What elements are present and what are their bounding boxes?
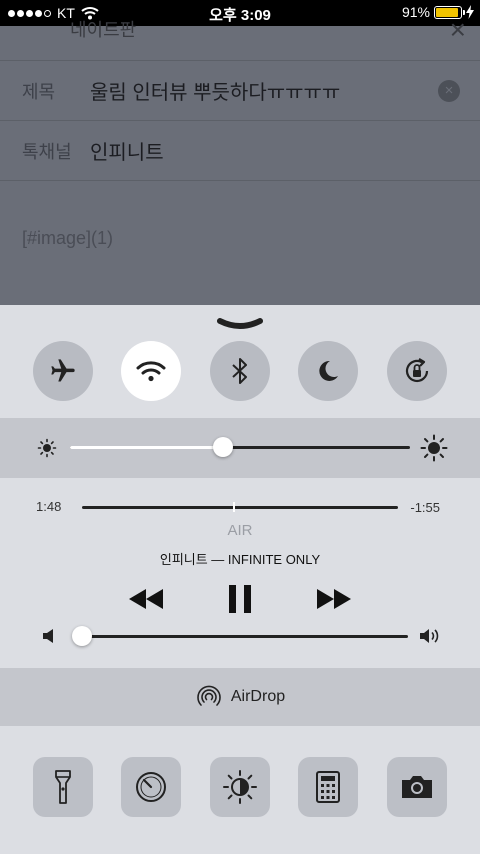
camera-button[interactable] <box>387 757 447 817</box>
volume-low-icon <box>43 629 53 643</box>
partial-header-text: 네이트판 <box>70 20 137 40</box>
subject-field: 울림 인터뷰 뿌듯하다ㅠㅠㅠㅠ <box>90 82 341 104</box>
calculator-icon <box>316 771 340 803</box>
toggle-row <box>0 341 480 413</box>
channel-row: 톡채널 인피니트 <box>0 120 480 180</box>
pause-icon <box>229 585 251 613</box>
elapsed-time: 1:48 <box>36 499 62 514</box>
pause-button[interactable] <box>222 582 258 616</box>
divider <box>0 180 480 181</box>
volume-high-icon <box>420 629 439 643</box>
camera-icon <box>402 776 432 798</box>
wifi-toggle[interactable] <box>121 341 181 401</box>
charging-bolt-icon <box>466 5 474 19</box>
night-shift-icon <box>223 770 257 804</box>
post-body-text: [#image](1) <box>22 228 114 248</box>
bluetooth-toggle[interactable] <box>210 341 270 401</box>
volume-track[interactable] <box>82 635 408 638</box>
subject-row: 제목 울림 인터뷰 뿌듯하다ㅠㅠㅠㅠ × <box>0 60 480 120</box>
wifi-icon <box>136 361 166 382</box>
timer-icon <box>136 772 166 802</box>
battery-percent: 91% <box>401 4 430 20</box>
airdrop-label: AirDrop <box>230 688 286 705</box>
do-not-disturb-toggle[interactable] <box>298 341 358 401</box>
rotation-lock-toggle[interactable] <box>387 341 447 401</box>
now-playing-panel: 1:48 -1:55 AIR 인피니트 — INFINITE ONLY <box>0 478 480 668</box>
fast-forward-button[interactable] <box>314 584 354 614</box>
brightness-control <box>0 418 480 478</box>
track-title: AIR <box>227 522 253 539</box>
airplane-icon <box>51 359 75 382</box>
rewind-button[interactable] <box>126 584 166 614</box>
rewind-icon <box>129 589 163 609</box>
control-center: 1:48 -1:55 AIR 인피니트 — INFINITE ONLY AirD… <box>0 305 480 854</box>
scrubber-track[interactable] <box>82 506 398 509</box>
timer-button[interactable] <box>121 757 181 817</box>
airplane-mode-toggle[interactable] <box>33 341 93 401</box>
calculator-button[interactable] <box>298 757 358 817</box>
brightness-high-icon <box>420 434 448 462</box>
remaining-time: -1:55 <box>410 500 440 515</box>
brightness-fill <box>70 446 223 449</box>
flashlight-button[interactable] <box>33 757 93 817</box>
volume-slider-knob[interactable] <box>72 626 92 646</box>
artist-album: 인피니트 — INFINITE ONLY <box>159 552 321 567</box>
brightness-low-icon <box>37 438 57 458</box>
clear-text-icon: × <box>438 79 460 102</box>
playhead-marker[interactable] <box>232 502 235 512</box>
moon-icon <box>319 360 338 381</box>
shortcut-row <box>0 757 480 819</box>
close-icon: × <box>449 14 466 45</box>
bluetooth-icon <box>232 358 247 384</box>
rotation-lock-icon <box>405 358 429 383</box>
flashlight-icon <box>55 770 71 804</box>
fast-forward-icon <box>317 589 351 609</box>
channel-label: 톡채널 <box>22 141 72 162</box>
subject-label: 제목 <box>22 81 56 102</box>
brightness-slider-knob[interactable] <box>213 437 233 457</box>
airdrop-icon <box>197 685 221 706</box>
airdrop-button[interactable]: AirDrop <box>0 668 480 726</box>
channel-value: 인피니트 <box>90 142 164 164</box>
background-compose-screen: 네이트판 × 제목 울림 인터뷰 뿌듯하다ㅠㅠㅠㅠ × 톡채널 인피니트 [#i… <box>0 14 480 306</box>
night-shift-button[interactable] <box>210 757 270 817</box>
dismiss-chevron-icon[interactable] <box>216 317 264 331</box>
